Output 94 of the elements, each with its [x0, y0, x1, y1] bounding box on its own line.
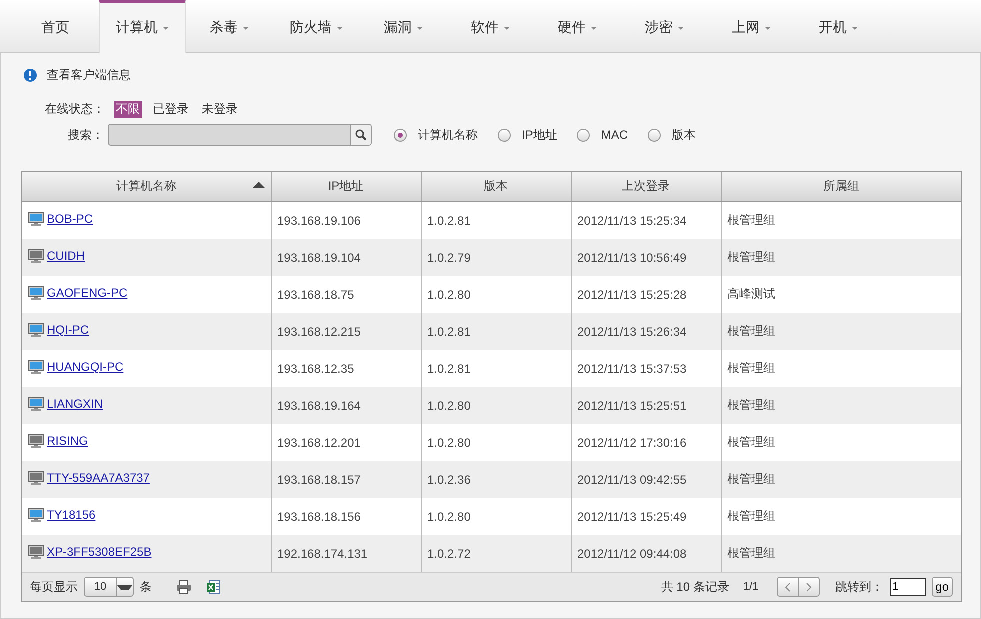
group-name: 根管理组 [728, 250, 776, 264]
ip-address: 193.168.12.35 [278, 362, 354, 376]
nav-tab[interactable]: 防火墙 [273, 0, 360, 53]
computer-name-link[interactable]: TY18156 [47, 508, 96, 522]
go-button[interactable]: go [932, 577, 953, 597]
computer-name-link[interactable]: RISING [47, 434, 88, 448]
computer-name-link[interactable]: GAOFENG-PC [47, 286, 128, 300]
search-mode-option[interactable]: MAC [577, 128, 628, 142]
nav-tab[interactable]: 杀毒 [186, 0, 273, 53]
version: 1.0.2.80 [428, 288, 471, 302]
ip-address: 193.168.12.215 [278, 324, 361, 338]
ip-address: 193.168.18.75 [278, 288, 354, 302]
version: 1.0.2.81 [428, 214, 471, 228]
computer-name-link[interactable]: HUANGQI-PC [47, 360, 124, 374]
nav-tab[interactable]: 涉密 [621, 0, 708, 53]
version: 1.0.2.81 [428, 362, 471, 376]
computer-name-link[interactable]: XP-3FF5308EF25B [47, 545, 152, 559]
radio-button[interactable] [648, 128, 662, 142]
nav-tab[interactable]: 开机 [795, 0, 882, 53]
version: 1.0.2.80 [428, 398, 471, 412]
jump-label: 跳转到： [836, 578, 884, 596]
ip-address: 193.168.18.157 [278, 472, 361, 486]
column-header[interactable]: 上次登录 [571, 172, 721, 202]
group-name: 根管理组 [728, 213, 776, 227]
column-header[interactable]: IP地址 [271, 172, 421, 202]
group-name: 根管理组 [728, 509, 776, 523]
computer-name-link[interactable]: LIANGXIN [47, 397, 104, 411]
last-login-time: 2012/11/13 15:25:49 [578, 510, 687, 524]
group-name: 根管理组 [728, 361, 776, 375]
version: 1.0.2.81 [428, 324, 471, 338]
version: 1.0.2.72 [428, 546, 471, 560]
column-header[interactable]: 版本 [421, 172, 571, 202]
last-login-time: 2012/11/13 15:26:34 [578, 324, 687, 338]
group-name: 根管理组 [728, 546, 776, 560]
status-label: 在线状态： [45, 100, 105, 118]
spreadsheet-icon[interactable] [206, 580, 221, 594]
per-page-unit: 条 [140, 578, 152, 596]
search-field[interactable] [108, 124, 372, 146]
search-label: 搜索： [68, 126, 104, 144]
per-page-select[interactable]: 10 [84, 577, 134, 597]
group-name: 高峰测试 [728, 287, 776, 301]
last-login-time: 2012/11/13 09:42:55 [578, 472, 687, 486]
nav-tab[interactable]: 软件 [447, 0, 534, 53]
column-header[interactable]: 计算机名称 [22, 172, 271, 202]
computer-name-link[interactable]: BOB-PC [47, 212, 94, 226]
nav-tab[interactable]: 上网 [708, 0, 795, 53]
search-mode-option[interactable]: IP地址 [498, 126, 558, 144]
ip-address: 192.168.174.131 [278, 546, 368, 560]
radio-button[interactable] [394, 128, 407, 142]
ip-address: 193.168.18.156 [278, 510, 361, 524]
computer-name-link[interactable]: CUIDH [47, 249, 85, 263]
last-login-time: 2012/11/13 15:37:53 [578, 362, 687, 376]
search-mode-option[interactable]: 计算机名称 [394, 126, 478, 144]
per-page-label: 每页显示 [30, 578, 78, 596]
nav-tab[interactable]: 漏洞 [360, 0, 447, 53]
version: 1.0.2.36 [428, 472, 471, 486]
group-name: 根管理组 [728, 435, 776, 449]
version: 1.0.2.79 [428, 250, 471, 264]
ip-address: 193.168.19.104 [278, 250, 361, 264]
version: 1.0.2.80 [428, 510, 471, 524]
record-count: 共 10 条记录 [661, 578, 730, 596]
last-login-time: 2012/11/13 10:56:49 [578, 250, 687, 264]
last-login-time: 2012/11/13 15:25:34 [578, 214, 687, 228]
search-icon [355, 129, 367, 141]
last-login-time: 2012/11/13 15:25:51 [578, 398, 687, 412]
column-header[interactable]: 所属组 [721, 172, 961, 202]
last-login-time: 2012/11/12 09:44:08 [578, 546, 687, 560]
print-icon[interactable] [176, 580, 192, 594]
group-name: 根管理组 [728, 398, 776, 412]
page-indicator: 1/1 [743, 581, 759, 593]
nav-tab[interactable]: 首页 [12, 0, 99, 53]
status-option[interactable]: 未登录 [200, 100, 240, 118]
last-login-time: 2012/11/13 15:25:28 [578, 288, 687, 302]
status-option[interactable]: 已登录 [151, 100, 191, 118]
group-name: 根管理组 [728, 324, 776, 338]
ip-address: 193.168.12.201 [278, 436, 361, 450]
info-title: 查看客户端信息 [47, 66, 131, 84]
radio-button[interactable] [577, 128, 590, 142]
group-name: 根管理组 [728, 472, 776, 486]
last-login-time: 2012/11/12 17:30:16 [578, 436, 687, 450]
search-mode-option[interactable]: 版本 [648, 126, 696, 144]
nav-tab[interactable]: 硬件 [534, 0, 621, 53]
radio-button[interactable] [498, 128, 511, 142]
info-icon [24, 68, 37, 82]
ip-address: 193.168.19.106 [278, 214, 361, 228]
search-button[interactable] [350, 125, 371, 145]
ip-address: 193.168.19.164 [278, 398, 361, 412]
status-option[interactable]: 不限 [114, 100, 142, 118]
nav-tab[interactable]: 计算机 [99, 0, 186, 53]
dropdown-icon [117, 584, 133, 590]
version: 1.0.2.80 [428, 436, 471, 450]
computer-name-link[interactable]: TTY-559AA7A3737 [47, 471, 150, 485]
page-input[interactable]: 1 [890, 578, 926, 596]
computer-name-link[interactable]: HQI-PC [47, 323, 89, 337]
